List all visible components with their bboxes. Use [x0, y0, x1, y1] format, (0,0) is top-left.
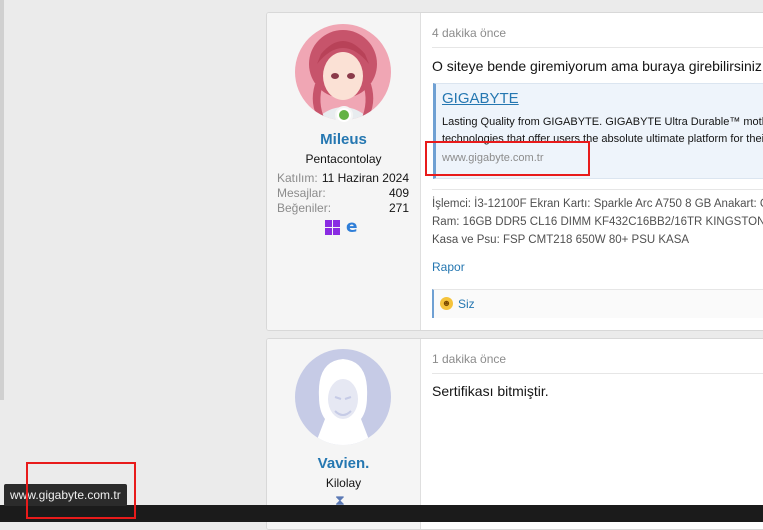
report-link[interactable]: Rapor	[432, 260, 465, 274]
stat-likes: Beğeniler: 271	[277, 201, 409, 216]
divider	[432, 373, 763, 374]
signature-line: Ram: 16GB DDR5 CL16 DIMM KF432C16BB2/16T…	[432, 216, 763, 228]
annotation-highlight-box	[26, 462, 136, 519]
avatar[interactable]	[295, 349, 391, 445]
windows-icon	[325, 220, 340, 235]
post-vavien: Vavien. Kilolay ⧗ 1 dakika önce Sertifik…	[266, 338, 763, 530]
username[interactable]: Mileus	[267, 131, 420, 148]
edge-icon: e	[346, 217, 358, 237]
signature-line: İşlemci: İ3-12100F Ekran Kartı: Sparkle …	[432, 198, 763, 210]
signature: İşlemci: İ3-12100F Ekran Kartı: Sparkle …	[432, 195, 763, 249]
post-message: Sertifikası bitmiştir.	[432, 383, 549, 399]
link-preview-title[interactable]: GIGABYTE	[442, 90, 519, 107]
signature-divider	[432, 189, 763, 190]
stat-joined: Katılım: 11 Haziran 2024	[277, 171, 409, 186]
stat-label: Mesajlar:	[277, 186, 326, 200]
reaction-users[interactable]: Siz	[458, 297, 475, 311]
username[interactable]: Vavien.	[267, 455, 420, 472]
divider	[432, 47, 763, 48]
stat-label: Katılım:	[277, 171, 318, 185]
post-message: O siteye bende giremiyorum ama buraya gi…	[432, 58, 762, 74]
stat-value: 11 Haziran 2024	[321, 171, 409, 185]
user-badges: e	[325, 217, 358, 237]
user-title: Pentacontolay	[305, 152, 382, 166]
signature-line: Kasa ve Psu: FSP CMT218 650W 80+ PSU KAS…	[432, 234, 690, 246]
stat-value: 409	[388, 186, 409, 200]
stat-messages: Mesajlar: 409	[277, 186, 409, 201]
user-pane: Vavien. Kilolay ⧗	[267, 339, 421, 529]
annotation-highlight-box	[425, 141, 590, 176]
post-main: 1 dakika önce Sertifikası bitmiştir.	[421, 339, 763, 529]
laugh-reaction-icon: ☻	[440, 297, 453, 310]
user-pane: Mileus Pentacontolay Katılım: 11 Haziran…	[267, 13, 421, 330]
stat-label: Beğeniler:	[277, 201, 332, 215]
user-stats: Katılım: 11 Haziran 2024 Mesajlar: 409 B…	[277, 171, 409, 216]
online-status-indicator	[335, 106, 353, 124]
link-preview-description-line: Lasting Quality from GIGABYTE. GIGABYTE …	[442, 116, 763, 128]
post-timestamp[interactable]: 4 dakika önce	[432, 26, 506, 40]
post-timestamp[interactable]: 1 dakika önce	[432, 352, 506, 366]
reactions-bar[interactable]: ☻ Siz	[432, 289, 763, 318]
user-title: Kilolay	[325, 476, 362, 490]
stat-value: 271	[388, 201, 409, 215]
left-edge	[0, 0, 4, 400]
